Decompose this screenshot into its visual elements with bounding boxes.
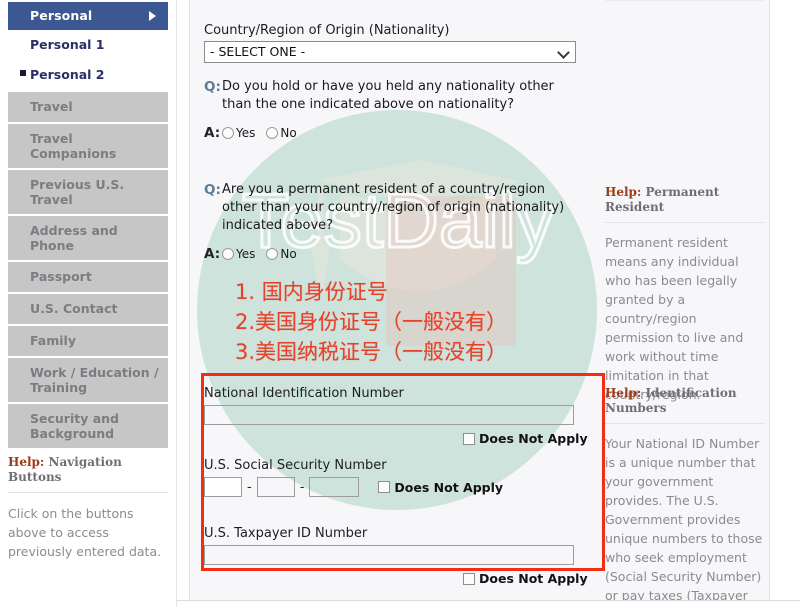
- answer-marker: A:: [204, 125, 221, 141]
- question-permanent-resident-text: Are you a permanent resident of a countr…: [222, 182, 565, 233]
- taxpayer-id-does-not-apply-label: Does Not Apply: [479, 571, 588, 586]
- help-column-divider: [605, 0, 765, 1]
- sidebar-item-passport[interactable]: Passport: [8, 262, 168, 292]
- highlight-box: [201, 373, 605, 571]
- sidebar-item-personal-1-label: Personal 1: [30, 37, 105, 52]
- radio-other-nationality-yes[interactable]: [222, 127, 234, 139]
- sidebar-section-personal-label: Personal: [30, 8, 93, 23]
- help-identification-numbers-title: Help: Identification Numbers: [605, 386, 765, 424]
- sidebar-navigation: Personal Personal 1 Personal 2 Travel Tr…: [0, 0, 176, 607]
- chinese-annotation-line-3: 3.美国纳税证号（一般没有）: [235, 340, 508, 364]
- sidebar-item-family[interactable]: Family: [8, 326, 168, 356]
- sidebar-item-previous-us-travel-label: Previous U.S. Travel: [30, 177, 125, 207]
- navigation-help-body: Click on the buttons above to access pre…: [8, 506, 162, 559]
- sidebar-item-family-label: Family: [30, 333, 76, 348]
- radio-other-nationality-yes-label: Yes: [236, 126, 256, 140]
- sidebar-item-travel-label: Travel: [30, 99, 73, 114]
- help-permanent-resident-body: Permanent resident means any individual …: [605, 235, 744, 402]
- sidebar-item-passport-label: Passport: [30, 269, 92, 284]
- question-marker: Q:: [204, 79, 221, 95]
- radio-permanent-resident-yes[interactable]: [222, 248, 234, 260]
- help-permanent-resident-title: Help: Permanent Resident: [605, 185, 765, 223]
- question-marker: Q:: [204, 182, 221, 198]
- help-identification-numbers: Help: Identification Numbers Your Nation…: [605, 386, 765, 600]
- chinese-annotation-line-1: 1. 国内身份证号: [235, 280, 388, 304]
- help-identification-numbers-body: Your National ID Number is a unique numb…: [605, 436, 763, 600]
- sidebar-item-personal-2-label: Personal 2: [30, 67, 105, 82]
- nationality-label: Country/Region of Origin (Nationality): [204, 23, 450, 38]
- sidebar-item-travel-companions-label: Travel Companions: [30, 131, 117, 161]
- application-window: Personal Personal 1 Personal 2 Travel Tr…: [0, 0, 800, 607]
- taxpayer-id-does-not-apply-checkbox[interactable]: [463, 572, 475, 585]
- triangle-right-icon: [149, 11, 156, 21]
- sidebar-item-work-education-training-label: Work / Education / Training: [30, 365, 159, 395]
- chevron-down-icon: [557, 46, 570, 59]
- main-content-panel: TestDaily Country/Region of Origin (Nati…: [189, 0, 770, 600]
- navigation-help-title-prefix: Help:: [8, 455, 45, 469]
- sidebar-item-us-contact[interactable]: U.S. Contact: [8, 294, 168, 324]
- chinese-annotation: 1. 国内身份证号 2.美国身份证号（一般没有） 3.美国纳税证号（一般没有）: [235, 277, 507, 367]
- sidebar-section-personal[interactable]: Personal: [8, 2, 168, 30]
- sidebar-item-security-and-background-label: Security and Background: [30, 411, 119, 441]
- sidebar-item-work-education-training[interactable]: Work / Education / Training: [8, 358, 168, 402]
- radio-permanent-resident-yes-label: Yes: [236, 247, 256, 261]
- navigation-help-title: Help: Navigation Buttons: [8, 455, 168, 493]
- question-other-nationality-text: Do you hold or have you held any nationa…: [222, 79, 554, 112]
- sidebar-item-previous-us-travel[interactable]: Previous U.S. Travel: [8, 170, 168, 214]
- nationality-field: Country/Region of Origin (Nationality) -…: [204, 22, 580, 63]
- radio-other-nationality-no-label: No: [280, 126, 297, 140]
- help-identification-numbers-title-prefix: Help:: [605, 386, 642, 400]
- right-margin: [771, 0, 800, 607]
- sidebar-divider: [176, 0, 177, 607]
- sidebar-item-address-and-phone[interactable]: Address and Phone: [8, 216, 168, 260]
- sidebar-item-travel-companions[interactable]: Travel Companions: [8, 124, 168, 168]
- nationality-select[interactable]: - SELECT ONE -: [204, 41, 576, 63]
- sidebar-item-address-and-phone-label: Address and Phone: [30, 223, 118, 253]
- chinese-annotation-line-2: 2.美国身份证号（一般没有）: [235, 310, 508, 334]
- question-other-nationality: Q: Do you hold or have you held any nati…: [204, 78, 584, 141]
- radio-other-nationality-no[interactable]: [266, 127, 279, 139]
- answer-marker: A:: [204, 246, 221, 262]
- radio-permanent-resident-no[interactable]: [266, 248, 279, 260]
- sidebar-item-personal-2[interactable]: Personal 2: [8, 60, 168, 90]
- help-permanent-resident-title-prefix: Help:: [605, 185, 642, 199]
- current-page-marker-icon: [20, 70, 26, 76]
- radio-permanent-resident-no-label: No: [280, 247, 297, 261]
- sidebar-item-travel[interactable]: Travel: [8, 92, 168, 122]
- question-permanent-resident: Q: Are you a permanent resident of a cou…: [204, 181, 584, 262]
- nationality-select-value: - SELECT ONE -: [210, 44, 306, 59]
- help-permanent-resident: Help: Permanent Resident Permanent resid…: [605, 185, 765, 404]
- sidebar-item-us-contact-label: U.S. Contact: [30, 301, 118, 316]
- navigation-help-box: Help: Navigation Buttons Click on the bu…: [8, 455, 168, 561]
- sidebar-item-personal-1[interactable]: Personal 1: [8, 30, 168, 60]
- sidebar-item-security-and-background[interactable]: Security and Background: [8, 404, 168, 448]
